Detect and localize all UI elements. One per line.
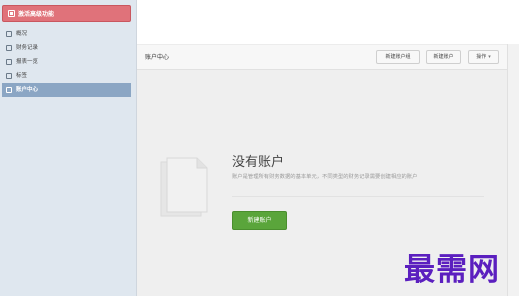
create-account-button[interactable]: 新建账户 bbox=[232, 211, 287, 230]
page-title: 账户中心 bbox=[145, 54, 170, 61]
sidebar-item-accounts[interactable]: 账户中心 bbox=[2, 83, 131, 97]
activate-premium-button[interactable]: 激活高级功能 bbox=[2, 5, 131, 22]
tag-icon bbox=[6, 73, 12, 79]
new-account-group-button[interactable]: 新建账户组 bbox=[376, 50, 420, 64]
sidebar-item-label: 概况 bbox=[16, 31, 28, 37]
empty-document-icon bbox=[160, 157, 208, 217]
activate-premium-label: 激活高级功能 bbox=[18, 11, 55, 18]
sidebar-item-label: 报表一览 bbox=[16, 59, 39, 65]
sidebar-item-reports[interactable]: 报表一览 bbox=[2, 55, 131, 69]
watermark: 最需网 bbox=[404, 252, 500, 288]
overview-icon bbox=[6, 31, 12, 37]
sidebar-item-label: 财务记录 bbox=[16, 45, 39, 51]
empty-state-description: 账户是管理所有财务数据的基本单元，不同类型的财务记录需要创建相应的账户 bbox=[232, 174, 418, 180]
sidebar-item-records[interactable]: 财务记录 bbox=[2, 41, 131, 55]
sidebar-item-overview[interactable]: 概况 bbox=[2, 27, 131, 41]
report-icon bbox=[6, 59, 12, 65]
empty-state-title: 没有账户 bbox=[232, 155, 285, 170]
chevron-down-icon: ▾ bbox=[488, 54, 491, 60]
sidebar: 激活高级功能 概况 财务记录 报表一览 标签 账户中心 bbox=[0, 0, 137, 296]
premium-icon bbox=[8, 10, 15, 17]
divider bbox=[232, 196, 484, 197]
scrollbar[interactable] bbox=[507, 44, 519, 296]
new-account-button[interactable]: 新建账户 bbox=[426, 50, 461, 64]
sidebar-item-label: 账户中心 bbox=[16, 87, 39, 93]
page-header: 账户中心 新建账户组 新建账户 操作 ▾ bbox=[137, 44, 507, 70]
sidebar-item-label: 标签 bbox=[16, 73, 28, 79]
operation-label: 操作 bbox=[476, 54, 487, 60]
records-icon bbox=[6, 45, 12, 51]
sidebar-item-tags[interactable]: 标签 bbox=[2, 69, 131, 83]
top-bar bbox=[137, 0, 519, 44]
operation-dropdown[interactable]: 操作 ▾ bbox=[468, 50, 499, 64]
account-icon bbox=[6, 87, 12, 93]
